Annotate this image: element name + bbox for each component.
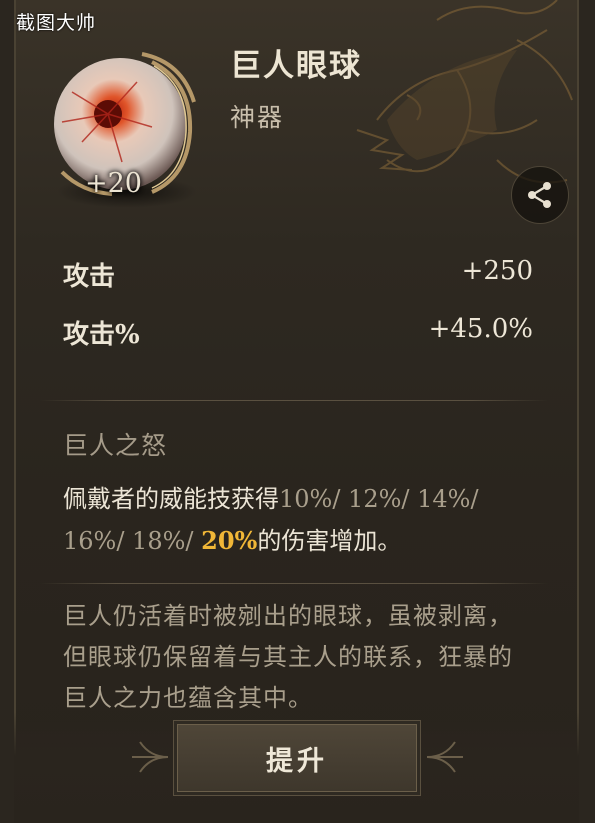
stat-label: 攻击% bbox=[63, 320, 140, 350]
item-name: 巨人眼球 bbox=[230, 48, 362, 84]
skill-desc-prefix: 佩戴者的威能技获得 bbox=[63, 485, 279, 513]
share-button[interactable] bbox=[511, 166, 569, 224]
skill-desc-highlight: 20% bbox=[201, 526, 258, 555]
divider bbox=[40, 400, 548, 401]
watermark-text: 截图大帅 bbox=[16, 12, 97, 34]
skill-desc-suffix: 的伤害增加。 bbox=[257, 527, 402, 555]
item-level-badge: +20 bbox=[85, 168, 142, 199]
share-icon bbox=[528, 182, 551, 208]
right-ornament-icon bbox=[426, 741, 463, 773]
stat-label: 攻击 bbox=[63, 262, 116, 292]
stat-value: +45.0% bbox=[428, 314, 533, 344]
skill-title: 巨人之怒 bbox=[63, 431, 168, 460]
lore-text: 巨人仍活着时被剜出的眼球，虽被剥离，但眼球仍保留着与其主人的联系，狂暴的巨人之力… bbox=[63, 602, 513, 712]
divider bbox=[40, 583, 548, 584]
skill-description: 佩戴者的威能技获得10%/ 12%/ 14%/ 16%/ 18%/ 20%的伤害… bbox=[63, 478, 533, 562]
left-ornament-icon bbox=[132, 741, 169, 773]
stat-row-attack: 攻击 +250 bbox=[63, 256, 533, 296]
stat-row-attack-percent: 攻击% +45.0% bbox=[63, 314, 533, 354]
stat-value: +250 bbox=[461, 256, 533, 286]
item-type: 神器 bbox=[230, 103, 285, 132]
upgrade-button[interactable]: 提升 bbox=[177, 724, 417, 792]
